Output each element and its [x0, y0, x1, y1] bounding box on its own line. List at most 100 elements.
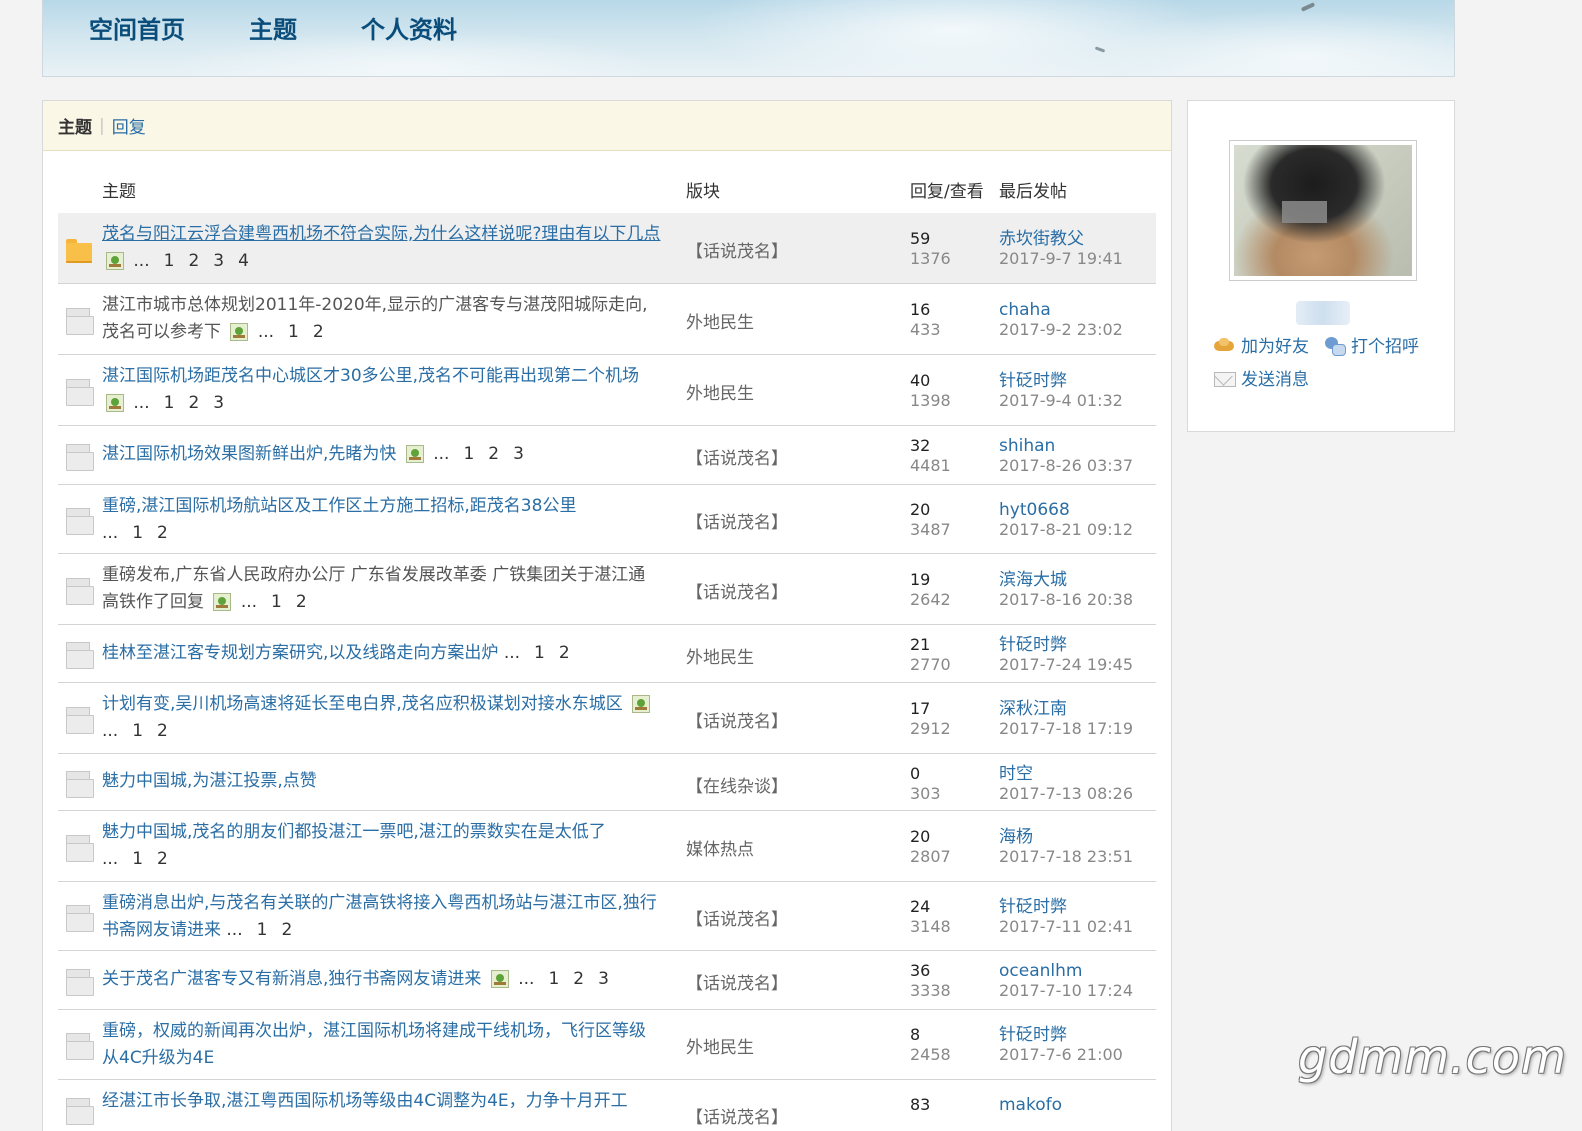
last-poster-link[interactable]: 针砭时弊 — [999, 1025, 1123, 1045]
topic-title-link[interactable]: 重磅,湛江国际机场航站区及工作区土方施工招标,距茂名38公里 ... 1 2 — [102, 493, 662, 547]
last-poster-link[interactable]: 滨海大城 — [999, 570, 1133, 590]
page-number-link[interactable]: 2 — [157, 721, 168, 741]
table-row[interactable]: 湛江市城市总体规划2011年-2020年,显示的广湛客专与湛茂阳城际走向,茂名可… — [58, 284, 1156, 355]
last-poster-link[interactable]: 海杨 — [999, 827, 1133, 847]
last-poster-link[interactable]: makofo — [999, 1095, 1062, 1115]
page-number-link[interactable]: 1 — [132, 721, 143, 741]
topic-title[interactable]: 重磅消息出炉,与茂名有关联的广湛高铁将接入粤西机场站与湛江市区,独行书斋网友请进… — [102, 893, 657, 940]
topic-title[interactable]: 重磅发布,广东省人民政府办公厅 广东省发展改革委 广铁集团关于湛江通高铁作了回复 — [102, 565, 645, 612]
table-row[interactable]: 魅力中国城,茂名的朋友们都投湛江一票吧,湛江的票数实在是太低了 ... 1 2 媒体热… — [58, 811, 1156, 882]
topic-title[interactable]: 经湛江市长争取,湛江粤西国际机场等级由4C调整为4E，力争十月开工 — [102, 1091, 628, 1111]
page-number-link[interactable]: 3 — [213, 393, 224, 413]
page-number-link[interactable]: 1 — [164, 393, 175, 413]
topic-title[interactable]: 重磅,湛江国际机场航站区及工作区土方施工招标,距茂名38公里 — [102, 496, 576, 516]
table-row[interactable]: 计划有变,吴川机场高速将延长至电白界,茂名应积极谋划对接水东城区 ... 1 2 【话… — [58, 683, 1156, 754]
topic-title-link[interactable]: 计划有变,吴川机场高速将延长至电白界,茂名应积极谋划对接水东城区 ... 1 2 — [102, 691, 662, 745]
forum-link[interactable]: 【话说茂名】 — [686, 707, 788, 732]
topic-title-link[interactable]: 桂林至湛江客专规划方案研究,以及线路走向方案出炉 ... 1 2 — [102, 640, 662, 667]
forum-link[interactable]: 媒体热点 — [686, 835, 754, 860]
page-number-link[interactable]: 1 — [257, 920, 268, 940]
last-poster-link[interactable]: hyt0668 — [999, 500, 1133, 520]
forum-link[interactable]: 【话说茂名】 — [686, 969, 788, 994]
send-message-button[interactable]: 发送消息 — [1213, 365, 1309, 390]
topic-title-link[interactable]: 茂名与阳江云浮合建粤西机场不符合实际,为什么这样说呢?理由有以下几点 ... 1 2… — [102, 221, 662, 275]
topic-title[interactable]: 湛江市城市总体规划2011年-2020年,显示的广湛客专与湛茂阳城际走向,茂名可… — [102, 295, 647, 342]
table-row[interactable]: 茂名与阳江云浮合建粤西机场不符合实际,为什么这样说呢?理由有以下几点 ... 1 2… — [58, 213, 1156, 284]
table-row[interactable]: 重磅,湛江国际机场航站区及工作区土方施工招标,距茂名38公里 ... 1 2 【话说茂… — [58, 485, 1156, 554]
forum-link[interactable]: 【话说茂名】 — [686, 508, 788, 533]
greet-button[interactable]: 打个招呼 — [1323, 332, 1419, 357]
page-number-link[interactable]: 2 — [296, 592, 307, 612]
last-poster-link[interactable]: 针砭时弊 — [999, 897, 1133, 917]
page-number-link[interactable]: 2 — [157, 849, 168, 869]
tab-replies[interactable]: 回复 — [112, 113, 146, 138]
page-number-link[interactable]: 2 — [188, 393, 199, 413]
forum-link[interactable]: 【话说茂名】 — [686, 1103, 788, 1128]
table-row[interactable]: 湛江国际机场距茂名中心城区才30多公里,茂名不可能再出现第二个机场 ... 1 2 3… — [58, 355, 1156, 426]
topic-title[interactable]: 重磅，权威的新闻再次出炉，湛江国际机场将建成干线机场，飞行区等级从4C升级为4E — [102, 1021, 646, 1068]
username-blurred[interactable] — [1296, 301, 1350, 325]
last-poster-link[interactable]: 针砭时弊 — [999, 371, 1123, 391]
page-number-link[interactable]: 1 — [164, 251, 175, 271]
topic-title[interactable]: 关于茂名广湛客专又有新消息,独行书斋网友请进来 — [102, 969, 481, 989]
topic-title-link[interactable]: 湛江国际机场效果图新鲜出炉,先睹为快 ... 1 2 3 — [102, 441, 662, 468]
tab-topics[interactable]: 主题 — [58, 113, 92, 138]
page-number-link[interactable]: 1 — [288, 322, 299, 342]
table-row[interactable]: 重磅，权威的新闻再次出炉，湛江国际机场将建成干线机场，飞行区等级从4C升级为4E… — [58, 1010, 1156, 1080]
last-poster-link[interactable]: 深秋江南 — [999, 699, 1133, 719]
topic-title-link[interactable]: 重磅发布,广东省人民政府办公厅 广东省发展改革委 广铁集团关于湛江通高铁作了回复… — [102, 562, 662, 616]
topic-title-link[interactable]: 魅力中国城,为湛江投票,点赞 — [102, 768, 662, 795]
topic-title[interactable]: 计划有变,吴川机场高速将延长至电白界,茂名应积极谋划对接水东城区 — [102, 694, 623, 714]
table-row[interactable]: 桂林至湛江客专规划方案研究,以及线路走向方案出炉 ... 1 2 外地民生 21 2770… — [58, 625, 1156, 683]
topic-title[interactable]: 魅力中国城,为湛江投票,点赞 — [102, 771, 317, 791]
forum-link[interactable]: 外地民生 — [686, 308, 754, 333]
last-poster-link[interactable]: oceanlhm — [999, 961, 1133, 981]
table-row[interactable]: 重磅发布,广东省人民政府办公厅 广东省发展改革委 广铁集团关于湛江通高铁作了回复… — [58, 554, 1156, 625]
forum-link[interactable]: 【话说茂名】 — [686, 444, 788, 469]
nav-topics[interactable]: 主题 — [249, 10, 297, 45]
page-number-link[interactable]: 4 — [238, 251, 249, 271]
page-number-link[interactable]: 3 — [213, 251, 224, 271]
last-poster-link[interactable]: shihan — [999, 436, 1133, 456]
last-poster-link[interactable]: 针砭时弊 — [999, 635, 1133, 655]
topic-title-link[interactable]: 湛江国际机场距茂名中心城区才30多公里,茂名不可能再出现第二个机场 ... 1 2 3 — [102, 363, 662, 417]
page-number-link[interactable]: 1 — [463, 444, 474, 464]
last-poster-link[interactable]: 时空 — [999, 764, 1133, 784]
page-number-link[interactable]: 1 — [548, 969, 559, 989]
page-number-link[interactable]: 3 — [598, 969, 609, 989]
topic-title-link[interactable]: 重磅，权威的新闻再次出炉，湛江国际机场将建成干线机场，飞行区等级从4C升级为4E — [102, 1018, 662, 1072]
forum-link[interactable]: 【话说茂名】 — [686, 905, 788, 930]
topic-title[interactable]: 魅力中国城,茂名的朋友们都投湛江一票吧,湛江的票数实在是太低了 — [102, 822, 606, 842]
last-poster-link[interactable]: 赤坎街教父 — [999, 229, 1123, 249]
topic-title[interactable]: 茂名与阳江云浮合建粤西机场不符合实际,为什么这样说呢?理由有以下几点 — [102, 224, 660, 244]
add-friend-button[interactable]: 加为好友 — [1213, 332, 1309, 357]
page-number-link[interactable]: 2 — [281, 920, 292, 940]
page-number-link[interactable]: 1 — [132, 523, 143, 543]
page-number-link[interactable]: 2 — [313, 322, 324, 342]
forum-link[interactable]: 【话说茂名】 — [686, 578, 788, 603]
topic-title[interactable]: 桂林至湛江客专规划方案研究,以及线路走向方案出炉 — [102, 643, 498, 663]
page-number-link[interactable]: 2 — [188, 251, 199, 271]
topic-title[interactable]: 湛江国际机场距茂名中心城区才30多公里,茂名不可能再出现第二个机场 — [102, 366, 639, 386]
page-number-link[interactable]: 2 — [157, 523, 168, 543]
forum-link[interactable]: 外地民生 — [686, 379, 754, 404]
page-number-link[interactable]: 2 — [488, 444, 499, 464]
page-number-link[interactable]: 2 — [559, 643, 570, 663]
last-poster-link[interactable]: chaha — [999, 300, 1123, 320]
page-number-link[interactable]: 3 — [513, 444, 524, 464]
page-number-link[interactable]: 2 — [573, 969, 584, 989]
table-row[interactable]: 魅力中国城,为湛江投票,点赞 【在线杂谈】 0 303 时空 2017-7-13 08:2… — [58, 754, 1156, 811]
topic-title-link[interactable]: 魅力中国城,茂名的朋友们都投湛江一票吧,湛江的票数实在是太低了 ... 1 2 — [102, 819, 662, 873]
nav-profile[interactable]: 个人资料 — [361, 10, 457, 45]
topic-title-link[interactable]: 湛江市城市总体规划2011年-2020年,显示的广湛客专与湛茂阳城际走向,茂名可… — [102, 292, 662, 346]
forum-link[interactable]: 【在线杂谈】 — [686, 772, 788, 797]
forum-link[interactable]: 外地民生 — [686, 643, 754, 668]
table-row[interactable]: 关于茂名广湛客专又有新消息,独行书斋网友请进来 ... 1 2 3 【话说茂名】 36 33… — [58, 951, 1156, 1010]
page-number-link[interactable]: 1 — [534, 643, 545, 663]
nav-home[interactable]: 空间首页 — [89, 10, 185, 45]
topic-title[interactable]: 湛江国际机场效果图新鲜出炉,先睹为快 — [102, 444, 396, 464]
table-row[interactable]: 湛江国际机场效果图新鲜出炉,先睹为快 ... 1 2 3 【话说茂名】 32 4481 shi… — [58, 426, 1156, 485]
topic-title-link[interactable]: 关于茂名广湛客专又有新消息,独行书斋网友请进来 ... 1 2 3 — [102, 966, 662, 993]
forum-link[interactable]: 【话说茂名】 — [686, 237, 788, 262]
table-row[interactable]: 经湛江市长争取,湛江粤西国际机场等级由4C调整为4E，力争十月开工 【话说茂名】 8… — [58, 1080, 1156, 1131]
